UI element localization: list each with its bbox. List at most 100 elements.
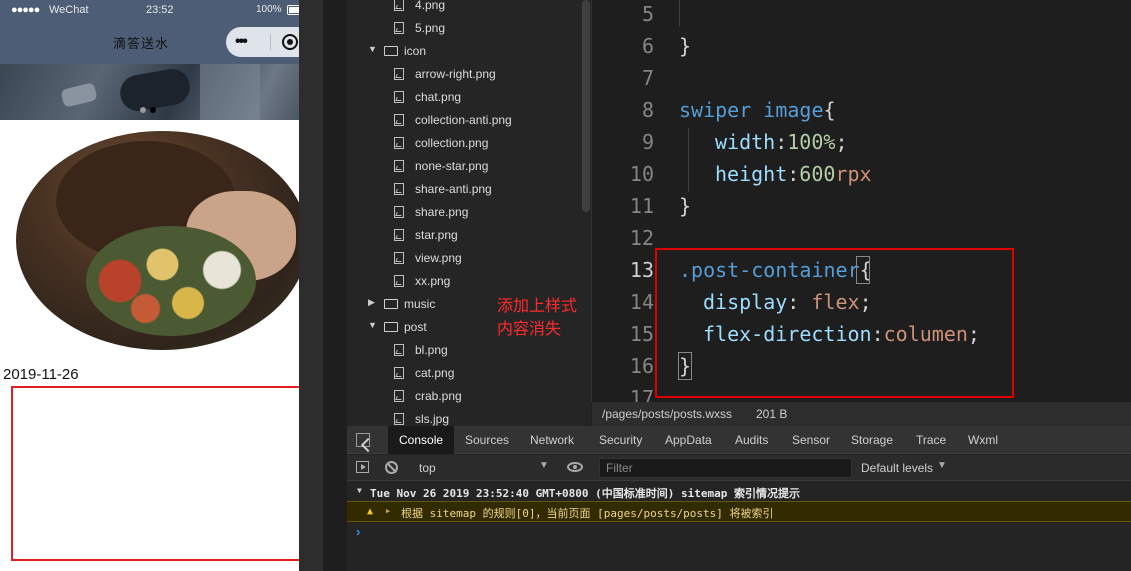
line-number: 16	[629, 354, 654, 378]
file-tree-scrollbar[interactable]	[582, 0, 590, 212]
file-tree[interactable]: 4.png 5.png ▼ icon arrow-right.png chat.png co…	[347, 0, 591, 426]
console-filter-input[interactable]	[599, 458, 852, 478]
tab-storage[interactable]: Storage	[851, 426, 893, 454]
tab-console[interactable]: Console	[388, 426, 455, 454]
tree-item-label: cat.png	[415, 366, 455, 380]
collapse-triangle-icon[interactable]: ▼	[357, 486, 362, 495]
tree-item-label: music	[404, 297, 436, 311]
expand-triangle-icon[interactable]: ▶	[386, 507, 390, 515]
menu-capsule[interactable]: •••	[226, 27, 299, 57]
code-property: width	[715, 130, 776, 154]
tree-file[interactable]: 4.png	[347, 0, 582, 17]
tab-appdata[interactable]: AppData	[665, 426, 712, 454]
log-group-text: Tue Nov 26 2019 23:52:40 GMT+0800 (中国标准时…	[370, 487, 801, 500]
tree-file[interactable]: collection.png	[347, 132, 582, 155]
tab-wxml[interactable]: Wxml	[968, 426, 998, 454]
tree-item-label: view.png	[415, 251, 462, 265]
devtools-tab-bar: Console Sources Network Security AppData…	[347, 426, 1131, 454]
tree-file[interactable]: arrow-right.png	[347, 63, 582, 86]
tree-file[interactable]: bl.png	[347, 339, 582, 362]
console-log-group[interactable]: ▼ Tue Nov 26 2019 23:52:40 GMT+0800 (中国标…	[347, 482, 1131, 501]
chevron-down-icon[interactable]: ▼	[539, 460, 549, 471]
log-levels-dropdown[interactable]: Default levels	[861, 461, 933, 475]
line-number: 8	[641, 98, 654, 122]
tab-security[interactable]: Security	[599, 426, 642, 454]
tree-item-label: none-star.png	[415, 159, 489, 173]
swiper-dot[interactable]	[140, 107, 146, 113]
tree-file[interactable]: 5.png	[347, 17, 582, 40]
capsule-divider	[270, 34, 271, 50]
chevron-down-icon[interactable]: ▼	[368, 44, 377, 54]
chevron-down-icon[interactable]: ▼	[937, 460, 947, 471]
image-file-icon	[394, 22, 404, 34]
tree-item-label: crab.png	[415, 389, 462, 403]
tree-folder-icon[interactable]: ▼ icon	[347, 40, 582, 63]
image-file-icon	[394, 413, 404, 425]
tab-trace[interactable]: Trace	[916, 426, 946, 454]
code-value: 600	[799, 162, 836, 186]
code-unit: rpx	[835, 162, 872, 186]
tab-network[interactable]: Network	[530, 426, 574, 454]
tree-file[interactable]: share.png	[347, 201, 582, 224]
image-file-icon	[394, 390, 404, 402]
line-number: 14	[629, 290, 654, 314]
tree-file[interactable]: star.png	[347, 224, 582, 247]
code-token: {	[823, 98, 836, 122]
tab-sources[interactable]: Sources	[465, 426, 509, 454]
eye-icon[interactable]	[567, 462, 583, 472]
tree-file[interactable]: cat.png	[347, 362, 582, 385]
tree-file[interactable]: chat.png	[347, 86, 582, 109]
banner-swiper[interactable]	[0, 64, 299, 120]
tree-file[interactable]: sls.jpg	[347, 408, 582, 426]
nav-bar: 滴答送水 •••	[0, 20, 299, 64]
chevron-right-icon[interactable]: ▶	[368, 297, 375, 308]
tab-sensor[interactable]: Sensor	[792, 426, 830, 454]
line-number: 17	[629, 386, 654, 402]
annotation-line: 内容消失	[497, 319, 562, 338]
tree-file[interactable]: collection-anti.png	[347, 109, 582, 132]
console-warning-row[interactable]: ▲ ▶ 根据 sitemap 的规则[0]，当前页面 [pages/posts/…	[347, 501, 1131, 522]
show-sidebar-icon[interactable]	[356, 461, 369, 473]
warning-icon: ▲	[367, 506, 374, 517]
tree-file[interactable]: none-star.png	[347, 155, 582, 178]
code-token: }	[679, 194, 692, 218]
devtools-panel: Console Sources Network Security AppData…	[347, 426, 1131, 571]
swiper-indicator-dots[interactable]	[140, 100, 160, 118]
tree-item-label: share-anti.png	[415, 182, 492, 196]
code-property: height	[715, 162, 788, 186]
line-number: 15	[629, 322, 654, 346]
code-highlight-box	[655, 248, 1014, 398]
image-file-icon	[394, 206, 404, 218]
context-selector[interactable]: top	[419, 461, 436, 475]
battery-percent: 100%	[256, 4, 282, 15]
warning-text: 根据 sitemap 的规则[0]，当前页面 [pages/posts/post…	[401, 507, 774, 520]
clear-console-icon[interactable]	[385, 461, 398, 474]
chevron-down-icon[interactable]: ▼	[368, 320, 377, 330]
tree-item-label: icon	[404, 44, 427, 58]
image-file-icon	[394, 160, 404, 172]
tree-file[interactable]: crab.png	[347, 385, 582, 408]
line-number: 11	[629, 194, 654, 218]
tree-file[interactable]: share-anti.png	[347, 178, 582, 201]
image-file-icon	[394, 229, 404, 241]
line-number: 6	[641, 34, 654, 58]
line-number-current: 13	[629, 258, 654, 282]
tree-file[interactable]: view.png	[347, 247, 582, 270]
image-file-icon	[394, 344, 404, 356]
tree-file[interactable]: xx.png	[347, 270, 582, 293]
indent-guide	[679, 0, 680, 26]
image-detail	[86, 226, 256, 336]
phone-simulator: ●●●●● WeChat 23:52 100% 滴答送水 ••• 2019-11…	[0, 0, 323, 571]
tab-audits[interactable]: Audits	[735, 426, 768, 454]
line-number: 9	[641, 130, 654, 154]
code-token: }	[679, 34, 692, 58]
code-value: 100%	[787, 130, 836, 154]
image-file-icon	[394, 252, 404, 264]
inspect-element-icon[interactable]	[356, 433, 370, 447]
console-prompt[interactable]: ›	[356, 524, 360, 539]
swiper-dot-active[interactable]	[150, 107, 156, 113]
line-number: 12	[629, 226, 654, 250]
more-dots-icon[interactable]: •••	[235, 33, 248, 51]
target-icon[interactable]	[282, 34, 298, 50]
line-number: 7	[641, 66, 654, 90]
